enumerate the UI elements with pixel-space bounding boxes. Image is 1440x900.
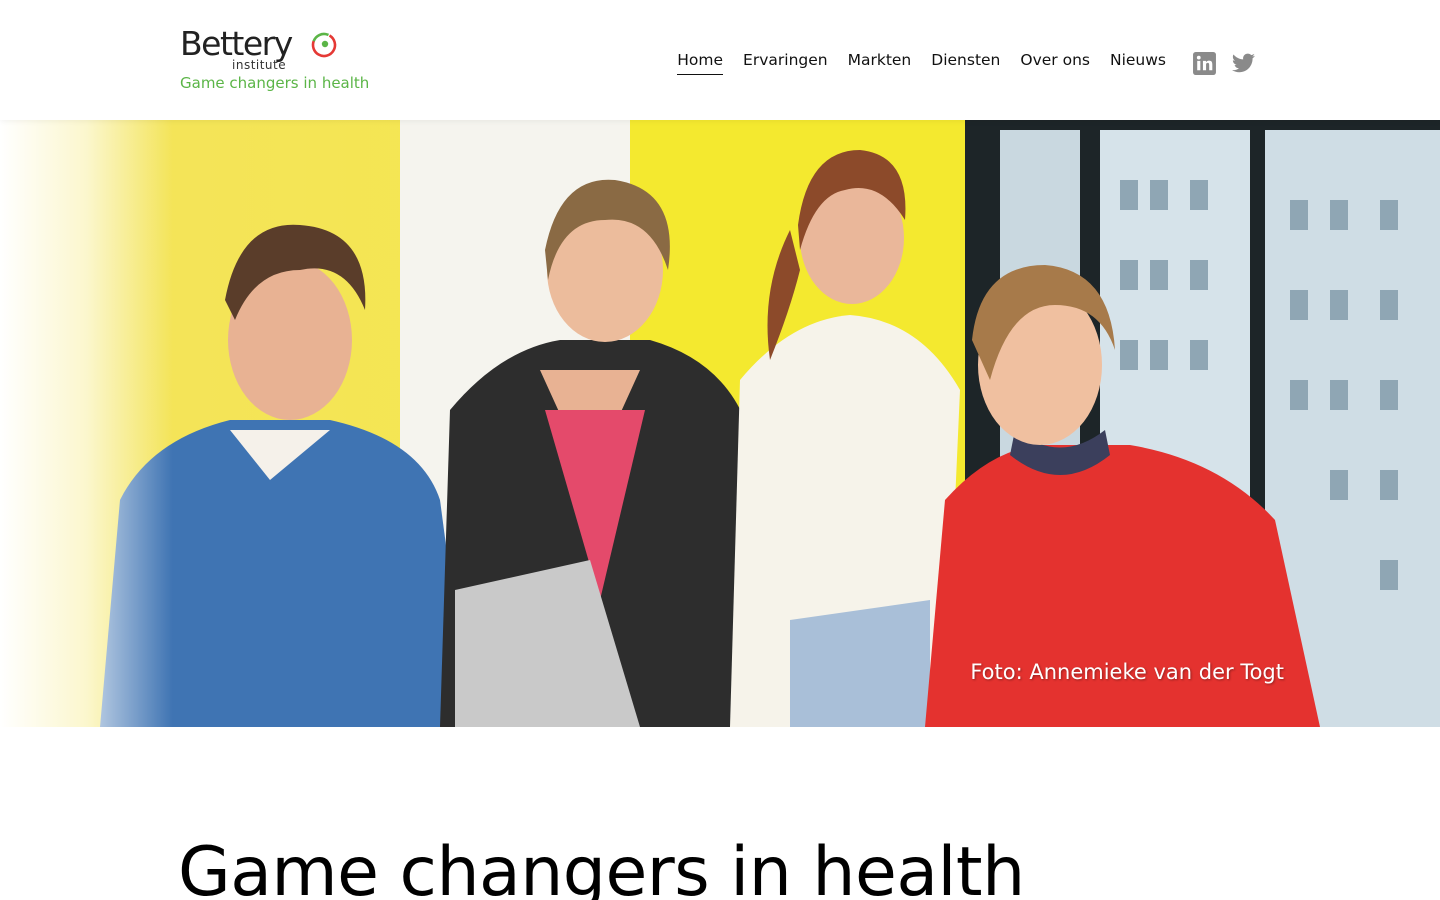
brand-tagline: Game changers in health [180, 74, 370, 92]
nav-item-home[interactable]: Home [677, 50, 724, 75]
team-photo-illustration [0, 120, 1440, 727]
logo-ring-icon [311, 32, 337, 58]
nav-item-nieuws[interactable]: Nieuws [1110, 50, 1166, 75]
nav-item-over-ons[interactable]: Over ons [1020, 50, 1090, 75]
logo-wordmark: Bettery [180, 24, 293, 63]
page-title: Game changers in health [178, 833, 1025, 900]
nav-item-ervaringen[interactable]: Ervaringen [743, 50, 828, 75]
site-header: Bettery institute Game changers in healt… [0, 0, 1440, 120]
logo-subtitle: institute [232, 58, 287, 72]
linkedin-icon[interactable] [1192, 51, 1217, 76]
nav-item-markten[interactable]: Markten [848, 50, 912, 75]
hero-photo: Foto: Annemieke van der Togt [0, 120, 1440, 727]
twitter-icon[interactable] [1231, 51, 1256, 76]
photo-credit: Foto: Annemieke van der Togt [970, 660, 1284, 684]
nav-item-diensten[interactable]: Diensten [931, 50, 1000, 75]
social-links [1192, 51, 1256, 76]
main-nav: Home Ervaringen Markten Diensten Over on… [677, 50, 1166, 75]
logo-link[interactable]: Bettery institute Game changers in healt… [180, 26, 380, 96]
